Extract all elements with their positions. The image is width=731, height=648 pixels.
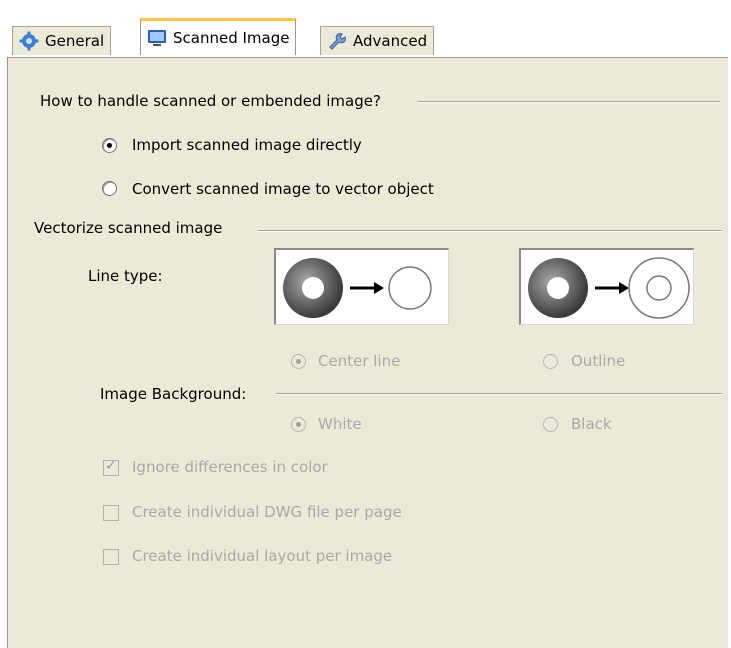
tab-advanced[interactable]: Advanced xyxy=(320,26,435,55)
line-type-label: Line type: xyxy=(88,267,163,285)
radio-outline-label[interactable]: Outline xyxy=(571,352,625,370)
monitor-icon xyxy=(147,28,167,48)
centerline-illustration-icon xyxy=(283,258,432,318)
gear-icon xyxy=(19,31,39,51)
preview-center-line[interactable] xyxy=(274,248,449,325)
tab-scanned-image[interactable]: Scanned Image xyxy=(140,18,297,55)
group-title-scanned: How to handle scanned or embended image? xyxy=(40,92,381,110)
checkbox-dwg-per-page-label[interactable]: Create individual DWG file per page xyxy=(132,503,402,521)
radio-black-label[interactable]: Black xyxy=(571,415,612,433)
radio-convert-vector-label[interactable]: Convert scanned image to vector object xyxy=(132,180,434,198)
wrench-icon xyxy=(327,31,347,51)
tab-scanned-image-label: Scanned Image xyxy=(173,29,290,47)
radio-import-directly[interactable] xyxy=(102,138,117,153)
tab-advanced-label: Advanced xyxy=(353,32,428,50)
radio-black[interactable] xyxy=(543,417,558,432)
radio-white-label[interactable]: White xyxy=(318,415,362,433)
group-divider xyxy=(418,101,720,103)
checkbox-layout-per-image[interactable] xyxy=(103,549,119,565)
radio-center-line[interactable] xyxy=(291,354,306,369)
background-divider xyxy=(276,393,722,395)
outline-illustration-icon xyxy=(528,257,690,319)
preview-outline[interactable] xyxy=(519,248,694,325)
radio-center-line-label[interactable]: Center line xyxy=(318,352,400,370)
group-title-vectorize: Vectorize scanned image xyxy=(34,219,223,237)
radio-import-directly-label[interactable]: Import scanned image directly xyxy=(132,136,362,154)
image-background-label: Image Background: xyxy=(100,385,247,403)
group-divider xyxy=(258,230,722,232)
tab-general-label: General xyxy=(45,32,105,50)
checkbox-dwg-per-page[interactable] xyxy=(103,505,119,521)
radio-white[interactable] xyxy=(291,417,306,432)
radio-outline[interactable] xyxy=(543,354,558,369)
tab-general[interactable]: General xyxy=(12,26,112,55)
radio-convert-vector[interactable] xyxy=(102,181,117,196)
checkbox-layout-per-image-label[interactable]: Create individual layout per image xyxy=(132,547,392,565)
checkbox-ignore-color[interactable] xyxy=(103,458,119,476)
checkbox-ignore-color-label[interactable]: Ignore differences in color xyxy=(132,458,328,476)
